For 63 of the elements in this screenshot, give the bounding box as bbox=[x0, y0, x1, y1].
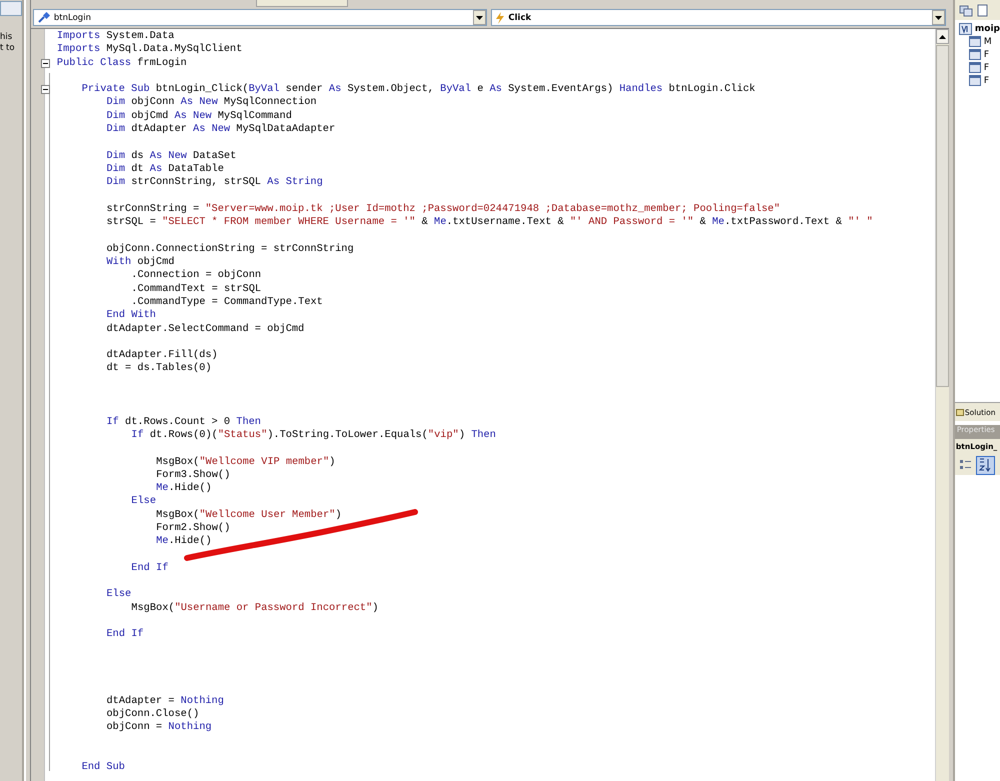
tree-item[interactable]: F bbox=[984, 62, 990, 72]
form-icon bbox=[968, 49, 981, 60]
code-line: End With bbox=[106, 309, 156, 322]
scroll-up-icon[interactable] bbox=[938, 34, 946, 38]
code-line: Private Sub btnLogin_Click(ByVal sender As System.Object, ByVal e As System.EventArgs) Handles btnLogin.Click bbox=[82, 83, 756, 96]
tree-item[interactable]: M bbox=[984, 36, 992, 46]
code-line: With objCmd bbox=[106, 256, 174, 268]
code-line: strConnString = "Server=www.moip.tk ;User Id=mothz ;Password=024471948 ;Database=mothz_member; Pooling=false" bbox=[106, 202, 780, 215]
event-dropdown[interactable]: Click bbox=[491, 9, 946, 26]
code-line: MsgBox("Username or Password Incorrect") bbox=[131, 602, 378, 614]
code-line: Dim objCmd As New MySqlCommand bbox=[106, 110, 292, 122]
scrollbar[interactable] bbox=[934, 29, 949, 781]
lightning-icon bbox=[495, 12, 506, 24]
code-line: Dim dtAdapter As New MySqlDataAdapter bbox=[106, 123, 336, 136]
code-line: Imports MySql.Data.MySqlClient bbox=[56, 43, 242, 56]
panel-text: his bbox=[0, 32, 14, 43]
code-line: Dim strConnString, strSQL As String bbox=[106, 176, 323, 188]
collapse-icon[interactable] bbox=[40, 58, 50, 68]
code-line: If dt.Rows.Count > 0 Then bbox=[106, 416, 261, 428]
code-line: MsgBox("Wellcome VIP member") bbox=[156, 456, 336, 468]
code-line: Public Class frmLogin bbox=[56, 56, 187, 69]
code-line: .CommandType = CommandType.Text bbox=[131, 296, 323, 308]
panel-text: t to bbox=[0, 43, 16, 54]
code-line: Dim dt As DataTable bbox=[106, 162, 224, 175]
code-line: dtAdapter.Fill(ds) bbox=[106, 349, 218, 362]
code-line: Me.Hide() bbox=[156, 482, 212, 494]
page-icon[interactable] bbox=[976, 4, 988, 16]
code-line: End If bbox=[106, 628, 144, 640]
code-line: Form2.Show() bbox=[156, 522, 230, 534]
panel-header bbox=[0, 1, 22, 16]
code-line: .CommandText = strSQL bbox=[131, 282, 262, 295]
code-line: MsgBox("Wellcome User Member") bbox=[156, 508, 342, 521]
collapse-icon[interactable] bbox=[40, 85, 50, 94]
form-icon bbox=[968, 36, 981, 47]
code-line: objConn.Close() bbox=[106, 708, 200, 720]
code-line: strSQL = "SELECT * FROM member WHERE Username = '" & Me.txtUsername.Text & "' AND Password = '" & Me.txtPassword.Text & "' " bbox=[106, 216, 873, 228]
tree-item[interactable]: F bbox=[984, 50, 990, 60]
code-line: Else bbox=[131, 495, 156, 508]
form-icon bbox=[968, 62, 981, 73]
code-line: End If bbox=[131, 562, 168, 574]
sort-icon[interactable] bbox=[976, 456, 995, 474]
code-line: Dim ds As New DataSet bbox=[106, 150, 236, 162]
code-line: If dt.Rows(0)("Status").ToString.ToLower.Equals("vip") Then bbox=[131, 428, 496, 441]
solution-icon bbox=[956, 408, 964, 416]
code-line: Form3.Show() bbox=[156, 468, 230, 481]
folders-icon[interactable] bbox=[958, 4, 973, 16]
tree-item[interactable]: F bbox=[984, 76, 990, 86]
code-line: dt = ds.Tables(0) bbox=[106, 362, 212, 374]
code-line: dtAdapter = Nothing bbox=[106, 694, 224, 707]
code-line: dtAdapter.SelectCommand = objCmd bbox=[106, 322, 304, 335]
code-line: objConn.ConnectionString = strConnString bbox=[106, 242, 354, 255]
project-name[interactable]: moip bbox=[974, 24, 1000, 34]
code-line: .Connection = objConn bbox=[131, 269, 262, 282]
object-dropdown[interactable]: btnLogin bbox=[32, 9, 488, 26]
code-line: Else bbox=[106, 588, 132, 600]
code-line: Imports System.Data bbox=[56, 30, 174, 42]
code-line: Dim objConn As New MySqlConnection bbox=[106, 96, 317, 108]
project-icon bbox=[958, 22, 972, 34]
scrollbar-thumb[interactable] bbox=[936, 45, 949, 387]
code-line: Me.Hide() bbox=[156, 535, 212, 548]
form-icon bbox=[968, 75, 981, 86]
code-line: End Sub bbox=[82, 761, 125, 774]
code-line: objConn = Nothing bbox=[106, 721, 212, 734]
